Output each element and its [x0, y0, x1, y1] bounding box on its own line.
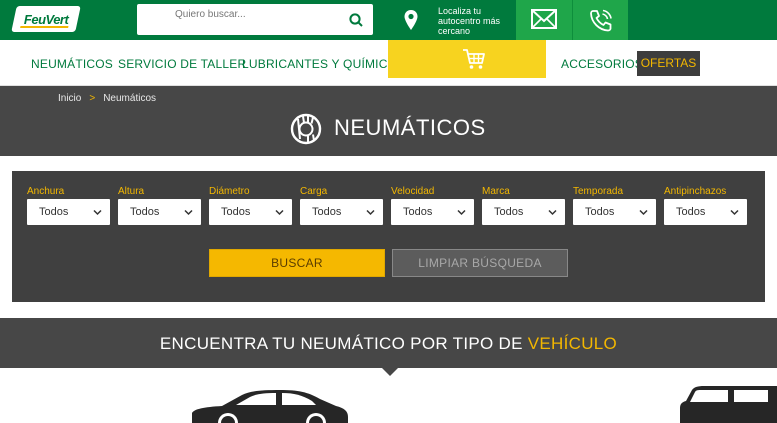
logo-text: FeuVert [23, 11, 69, 27]
search-box [137, 4, 373, 35]
select-value: Todos [130, 206, 160, 218]
nav-item-neumaticos[interactable]: NEUMÁTICOS [31, 57, 113, 71]
chevron-down-icon [275, 209, 284, 216]
locator-text: Localiza tu autocentro más cercano [438, 6, 501, 36]
filter-velocidad: Velocidad Todos [391, 185, 474, 225]
select-value: Todos [494, 206, 524, 218]
select-value: Todos [403, 206, 433, 218]
vehicle-section-title: ENCUENTRA TU NEUMÁTICO POR TIPO DE VEHÍC… [0, 334, 777, 354]
velocidad-select[interactable]: Todos [391, 199, 474, 225]
search-button[interactable]: BUSCAR [209, 249, 385, 277]
store-locator[interactable]: Localiza tu autocentro más cercano [400, 4, 515, 36]
select-value: Todos [585, 206, 615, 218]
select-value: Todos [312, 206, 342, 218]
search-input[interactable] [137, 4, 337, 35]
select-value: Todos [39, 206, 69, 218]
altura-select[interactable]: Todos [118, 199, 201, 225]
page-title: NEUMÁTICOS [334, 115, 486, 140]
car-suv-icon[interactable] [678, 386, 777, 423]
car-sedan-icon[interactable] [190, 389, 350, 423]
phone-icon [590, 9, 612, 32]
clear-search-button[interactable]: LIMPIAR BÚSQUEDA [392, 249, 568, 277]
search-icon[interactable] [349, 13, 363, 27]
filter-marca: Marca Todos [482, 185, 565, 225]
main-nav: NEUMÁTICOS SERVICIO DE TALLER LUBRICANTE… [0, 40, 777, 86]
chevron-down-icon [366, 209, 375, 216]
breadcrumb-current: Neumáticos [103, 93, 157, 104]
vehicle-title-main: ENCUENTRA TU NEUMÁTICO POR TIPO DE [159, 334, 528, 353]
filter-label: Marca [482, 186, 510, 197]
chevron-down-icon [548, 209, 557, 216]
location-pin-icon [404, 10, 418, 30]
top-bar: FeuVert Localiza tu autocentro más cerca… [0, 0, 777, 40]
tire-icon [290, 113, 322, 145]
chevron-down-icon [93, 209, 102, 216]
filter-anchura: Anchura Todos [27, 185, 110, 225]
select-value: Todos [221, 206, 251, 218]
chevron-down-icon [639, 209, 648, 216]
banner-pointer [382, 368, 398, 376]
tire-filter-panel: Anchura Todos Altura Todos Diámetro Todo… [12, 171, 765, 302]
filter-label: Anchura [27, 186, 65, 197]
logo-underline [20, 26, 69, 28]
carga-select[interactable]: Todos [300, 199, 383, 225]
page: FeuVert Localiza tu autocentro más cerca… [0, 0, 777, 423]
antipinchazos-select[interactable]: Todos [664, 199, 747, 225]
breadcrumb: Inicio > Neumáticos [58, 93, 156, 104]
vehicle-title-accent: VEHÍCULO [527, 334, 618, 353]
filter-label: Antipinchazos [664, 186, 727, 197]
feuvert-logo[interactable]: FeuVert [11, 6, 81, 32]
filter-label: Carga [300, 186, 328, 197]
contact-phone-button[interactable] [572, 0, 628, 40]
breadcrumb-separator: > [89, 93, 96, 104]
filter-temporada: Temporada Todos [573, 185, 656, 225]
vehicle-type-banner: ENCUENTRA TU NEUMÁTICO POR TIPO DE VEHÍC… [0, 318, 777, 368]
select-value: Todos [676, 206, 706, 218]
filter-label: Diámetro [209, 186, 250, 197]
nav-item-accesorios[interactable]: ACCESORIOS [561, 57, 643, 71]
filter-diametro: Diámetro Todos [209, 185, 292, 225]
temporada-select[interactable]: Todos [573, 199, 656, 225]
mail-icon [531, 9, 557, 29]
chevron-down-icon [457, 209, 466, 216]
shopping-cart-icon [463, 49, 485, 69]
filter-carga: Carga Todos [300, 185, 383, 225]
hero-banner: Inicio > Neumáticos NEUMÁTICOS [0, 86, 777, 156]
contact-mail-button[interactable] [516, 0, 572, 40]
cart-button[interactable] [388, 40, 546, 78]
filter-label: Temporada [573, 186, 624, 197]
chevron-down-icon [730, 209, 739, 216]
filter-label: Altura [118, 186, 145, 197]
nav-item-lubricantes[interactable]: LUBRICANTES Y QUÍMICOS [242, 57, 405, 71]
diametro-select[interactable]: Todos [209, 199, 292, 225]
filter-antipinchazos: Antipinchazos Todos [664, 185, 747, 225]
marca-select[interactable]: Todos [482, 199, 565, 225]
chevron-down-icon [184, 209, 193, 216]
breadcrumb-home[interactable]: Inicio [58, 93, 81, 104]
filter-label: Velocidad [391, 186, 435, 197]
nav-item-servicio-taller[interactable]: SERVICIO DE TALLER [118, 57, 246, 71]
anchura-select[interactable]: Todos [27, 199, 110, 225]
nav-item-ofertas[interactable]: OFERTAS [637, 51, 700, 76]
filter-altura: Altura Todos [118, 185, 201, 225]
